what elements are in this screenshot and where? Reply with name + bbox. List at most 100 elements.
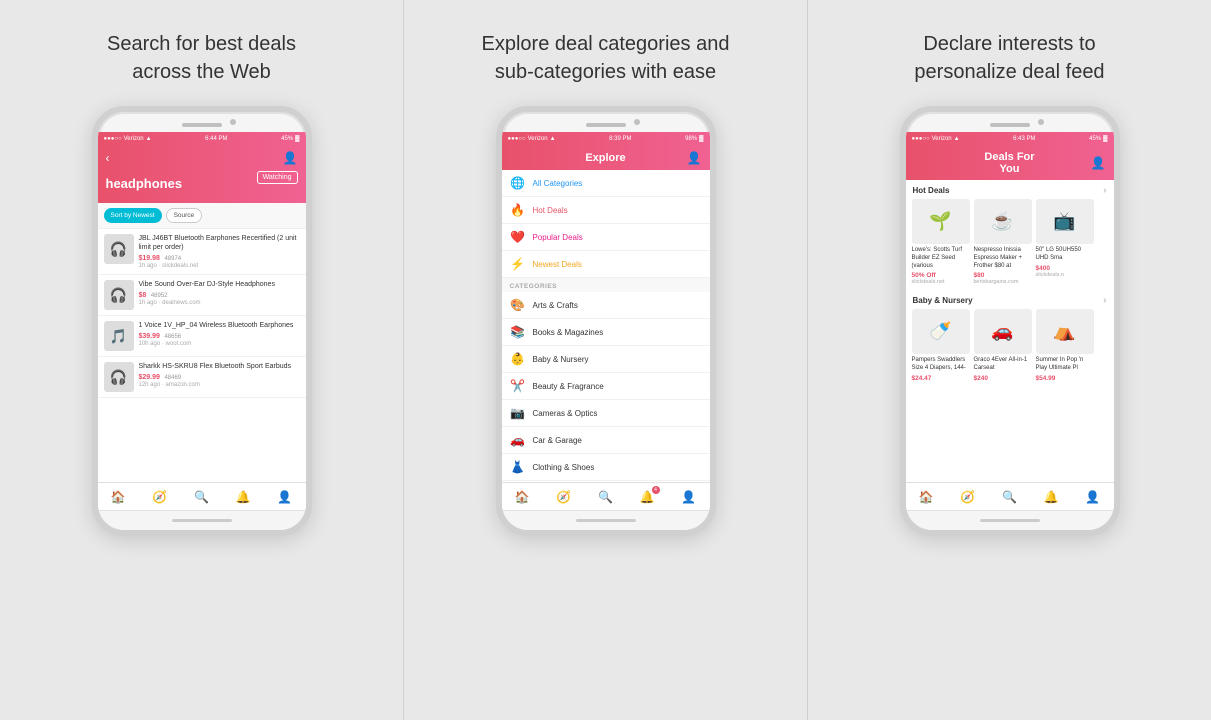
tab-4[interactable]: 👤 xyxy=(681,490,696,504)
explore-featured-hot[interactable]: 🔥 Hot Deals xyxy=(502,197,710,224)
section-chevron-1[interactable]: › xyxy=(1103,295,1106,306)
profile-icon[interactable]: 👤 xyxy=(283,151,298,165)
back-icon[interactable]: ‹ xyxy=(106,151,110,165)
signal-dots: ●●●○○ xyxy=(912,136,930,142)
tab-0[interactable]: 🏠 xyxy=(111,490,126,504)
search-term: headphones xyxy=(106,176,183,191)
product-name-1-2: Summer In Pop 'n Play Ultimate Pl xyxy=(1036,357,1094,373)
phone-bottom-curve xyxy=(906,510,1114,530)
tab-1[interactable]: 🧭 xyxy=(960,490,975,504)
filter-btn-0[interactable]: Sort by Newest xyxy=(104,208,162,223)
profile-icon[interactable]: 👤 xyxy=(1091,156,1106,170)
phone-speaker xyxy=(990,123,1030,127)
explore-label-hot: Hot Deals xyxy=(533,206,568,215)
phone-speaker xyxy=(182,123,222,127)
section-title-1: Baby & Nursery xyxy=(913,296,973,305)
deal-thumb: 🎵 xyxy=(104,321,134,351)
nav-header: Deals For You 👤 xyxy=(906,146,1114,180)
explore-category-6[interactable]: 👗 Clothing & Shoes xyxy=(502,454,710,481)
tab-4[interactable]: 👤 xyxy=(1085,490,1100,504)
tab-0[interactable]: 🏠 xyxy=(515,490,530,504)
category-icon-3: ✂️ xyxy=(510,379,526,393)
product-card-0-2[interactable]: 📺 50" LG 50UH550 UHD Sma $400 slickdeals… xyxy=(1036,199,1094,285)
nav-title: Deals For You xyxy=(978,151,1042,175)
tab-1[interactable]: 🧭 xyxy=(556,490,571,504)
explore-category-5[interactable]: 🚗 Car & Garage xyxy=(502,427,710,454)
home-indicator xyxy=(172,519,232,522)
explore-category-0[interactable]: 🎨 Arts & Crafts xyxy=(502,292,710,319)
profile-icon[interactable]: 👤 xyxy=(687,151,702,165)
category-label-6: Clothing & Shoes xyxy=(533,463,595,472)
category-label-4: Cameras & Optics xyxy=(533,409,598,418)
phone-screen: ●●●○○ Verizon ▲ 6:44 PM 45% ▓ ‹ 👤 headph… xyxy=(98,132,306,510)
product-name-0-1: Nespresso Inissia Espresso Maker + Froth… xyxy=(974,247,1032,270)
tab-2[interactable]: 🔍 xyxy=(598,490,613,504)
nav-header: ‹ 👤 xyxy=(98,146,306,170)
phone-top-bar xyxy=(502,112,710,132)
tab-3[interactable]: 🔔 xyxy=(236,490,251,504)
section-chevron-0[interactable]: › xyxy=(1103,185,1106,196)
status-bar-right: 45% ▓ xyxy=(1089,136,1107,142)
deal-meta: 1h ago · slickdeals.net xyxy=(139,263,300,269)
category-label-5: Car & Garage xyxy=(533,436,582,445)
explore-category-4[interactable]: 📷 Cameras & Optics xyxy=(502,400,710,427)
deal-item[interactable]: 🎵 1 Voice 1V_HP_04 Wireless Bluetooth Ea… xyxy=(98,316,306,357)
filter-btn-1[interactable]: Source xyxy=(166,208,203,223)
wifi-icon: ▲ xyxy=(550,136,556,142)
explore-featured-popular[interactable]: ❤️ Popular Deals xyxy=(502,224,710,251)
tab-2[interactable]: 🔍 xyxy=(1002,490,1017,504)
deal-price: $19.98 xyxy=(139,255,160,262)
explore-category-2[interactable]: 👶 Baby & Nursery xyxy=(502,346,710,373)
product-card-1-2[interactable]: ⛺ Summer In Pop 'n Play Ultimate Pl $54.… xyxy=(1036,309,1094,382)
product-source-0-0: slickdeals.net xyxy=(912,279,970,285)
product-img-0-1: ☕ xyxy=(974,199,1032,244)
product-card-1-1[interactable]: 🚗 Graco 4Ever All-in-1 Carseat $240 xyxy=(974,309,1032,382)
product-card-0-0[interactable]: 🌱 Lowe's: Scotts Turf Builder EZ Seed (v… xyxy=(912,199,970,285)
tab-3[interactable]: 🔔4 xyxy=(640,490,655,504)
tab-1[interactable]: 🧭 xyxy=(152,490,167,504)
battery-icon: ▓ xyxy=(295,136,299,142)
tab-2[interactable]: 🔍 xyxy=(194,490,209,504)
explore-featured-newest[interactable]: ⚡ Newest Deals xyxy=(502,251,710,278)
explore-featured-all[interactable]: 🌐 All Categories xyxy=(502,170,710,197)
wifi-icon: ▲ xyxy=(146,136,152,142)
phone-bottom-curve xyxy=(502,510,710,530)
deal-item[interactable]: 🎧 Sharkk HS-SKRU8 Flex Bluetooth Sport E… xyxy=(98,357,306,398)
deal-title: 1 Voice 1V_HP_04 Wireless Bluetooth Earp… xyxy=(139,321,300,330)
product-price-0-2: $400 xyxy=(1036,265,1094,272)
panel-explore: Explore deal categories andsub-categorie… xyxy=(404,0,808,720)
deal-item[interactable]: 🎧 Vibe Sound Over-Ear DJ-Style Headphone… xyxy=(98,275,306,316)
deal-item[interactable]: 🎧 JBL J46BT Bluetooth Earphones Recertif… xyxy=(98,229,306,275)
home-indicator xyxy=(980,519,1040,522)
panels-container: Search for best dealsacross the Web ●●●○… xyxy=(0,0,1211,720)
battery-label: 45% xyxy=(1089,136,1101,142)
status-bar-right: 45% ▓ xyxy=(281,136,299,142)
product-price-0-1: $80 xyxy=(974,272,1032,279)
phone-camera xyxy=(1038,119,1044,125)
section-title-0: Hot Deals xyxy=(913,186,950,195)
explore-label-popular: Popular Deals xyxy=(533,233,583,242)
battery-label: 45% xyxy=(281,136,293,142)
product-card-1-0[interactable]: 🍼 Pampers Swaddlers Size 4 Diapers, 144-… xyxy=(912,309,970,382)
nav-header: Explore 👤 xyxy=(502,146,710,170)
tab-4[interactable]: 👤 xyxy=(277,490,292,504)
product-name-1-1: Graco 4Ever All-in-1 Carseat xyxy=(974,357,1032,373)
explore-category-1[interactable]: 📚 Books & Magazines xyxy=(502,319,710,346)
phone-deals-for-you: ●●●○○ Verizon ▲ 6:43 PM 45% ▓ Deals For … xyxy=(900,106,1120,536)
phone-camera xyxy=(634,119,640,125)
watching-button[interactable]: Watching xyxy=(257,171,298,184)
panel-search: Search for best dealsacross the Web ●●●○… xyxy=(0,0,404,720)
bottom-tabs: 🏠 🧭 🔍 🔔4 👤 xyxy=(502,482,710,510)
explore-category-3[interactable]: ✂️ Beauty & Fragrance xyxy=(502,373,710,400)
filter-bar: Sort by Newest Source xyxy=(98,203,306,229)
search-header: headphones Watching xyxy=(98,170,306,203)
product-img-0-2: 📺 xyxy=(1036,199,1094,244)
product-card-0-1[interactable]: ☕ Nespresso Inissia Espresso Maker + Fro… xyxy=(974,199,1032,285)
tab-0[interactable]: 🏠 xyxy=(919,490,934,504)
panel-title-explore: Explore deal categories andsub-categorie… xyxy=(482,30,730,86)
deal-count: 48469 xyxy=(164,375,181,381)
tab-3[interactable]: 🔔 xyxy=(1044,490,1059,504)
phone-camera xyxy=(230,119,236,125)
status-bar-left: ●●●○○ Verizon ▲ xyxy=(912,136,960,142)
tab-badge: 4 xyxy=(652,486,660,494)
